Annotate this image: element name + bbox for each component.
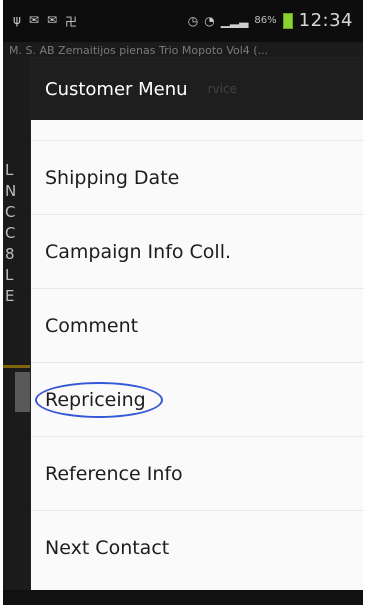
phone-screen: ψ ✉ ✉ 卍 ◷ ◔ ▁▂▃ 86% 12:34 M. S. AB Zemai… — [3, 0, 363, 605]
menu-item-partial[interactable] — [31, 120, 363, 141]
menu-item-comment[interactable]: Comment — [31, 289, 363, 363]
bg-letter: C — [5, 203, 16, 221]
bg-letter: N — [5, 182, 17, 200]
background-letters: L N C C 8 L E — [5, 160, 17, 307]
bg-letter: 8 — [5, 245, 15, 263]
menu-item-repriceing[interactable]: Repriceing — [31, 363, 363, 437]
menu-item-label: Reference Info — [45, 462, 183, 485]
bg-letter: E — [5, 287, 15, 305]
menu-item-label: Shipping Date — [45, 166, 180, 189]
alarm-icon: ◷ — [187, 13, 199, 28]
bg-letter: L — [5, 266, 14, 284]
bg-letter: L — [5, 161, 14, 179]
bg-letter: C — [5, 224, 16, 242]
menu-item-next-contact[interactable]: Next Contact — [31, 511, 363, 585]
customer-menu-dialog: Customer Menu rvice Shipping Date Campai… — [31, 58, 363, 590]
status-right-icons: ◷ ◔ ▁▂▃ 86% 12:34 — [188, 10, 353, 31]
notification-icon: 卍 — [65, 15, 78, 29]
status-bar: ψ ✉ ✉ 卍 ◷ ◔ ▁▂▃ 86% 12:34 — [3, 0, 363, 42]
wifi-icon: ◔ — [204, 13, 215, 28]
menu-item-shipping-date[interactable]: Shipping Date — [31, 141, 363, 215]
menu-item-label: Repriceing — [45, 388, 146, 411]
email-icon: ✉ — [28, 13, 39, 27]
battery-icon — [282, 12, 293, 29]
header-ghost-text: rvice — [207, 82, 237, 96]
email-icon: ✉ — [46, 13, 58, 27]
menu-item-label: Next Contact — [45, 537, 170, 559]
menu-item-reference-info[interactable]: Reference Info — [31, 437, 363, 511]
bottom-bar — [3, 590, 363, 605]
signal-icon: ▁▂▃ — [220, 13, 249, 28]
menu-item-label: Comment — [45, 314, 139, 337]
status-left-icons: ψ ✉ ✉ 卍 — [13, 13, 77, 30]
battery-percent: 86% — [254, 15, 277, 26]
dialog-title: Customer Menu — [45, 78, 188, 100]
usb-icon: ψ — [13, 13, 21, 27]
dialog-header: Customer Menu rvice — [31, 58, 363, 120]
highlight-circle: Repriceing — [35, 381, 163, 418]
menu-item-label: Campaign Info Coll. — [45, 240, 232, 263]
clock-time: 12:34 — [298, 10, 353, 31]
menu-item-campaign-info-coll[interactable]: Campaign Info Coll. — [31, 215, 363, 289]
